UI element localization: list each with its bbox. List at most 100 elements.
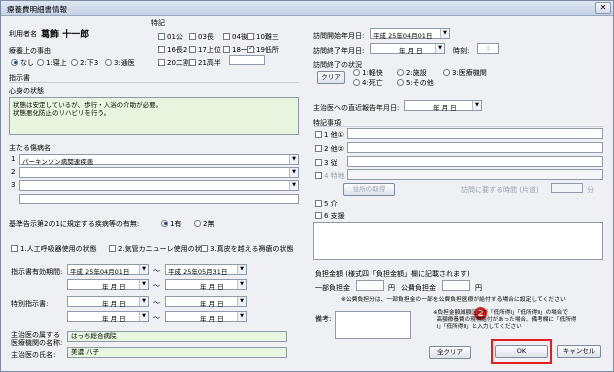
kantai-option[interactable]: なし xyxy=(11,58,34,68)
tokki-item[interactable]: 10難三 xyxy=(247,32,279,42)
tokkijiko-2-input[interactable] xyxy=(347,142,603,153)
homon-end-label: 訪問終了年月日: xyxy=(313,47,365,55)
byomei-extra-input[interactable] xyxy=(19,194,299,204)
tokubetsu-to2-select[interactable]: 年 月 日 ▼ xyxy=(165,311,247,323)
tokubetsu-to-select[interactable]: 年 月 日 ▼ xyxy=(165,296,247,308)
shijikikan-to2-select[interactable]: 年 月 日 ▼ xyxy=(165,279,247,291)
tokki-checkbox[interactable] xyxy=(158,58,165,66)
yen-1: 円 xyxy=(388,284,395,292)
ok-button[interactable]: OK xyxy=(495,345,548,358)
shinshin-label: 心身の状態 xyxy=(9,87,44,95)
tokki-item-label: 19低所 xyxy=(256,46,279,54)
tokkijiko-3[interactable]: 3 従 xyxy=(315,158,338,168)
shinshin-textarea[interactable]: 状態は安定しているが、歩行・入浴の介助が必要。 状態悪化防止のリハビリを行う。 xyxy=(9,97,299,135)
kijun-radio-2[interactable] xyxy=(194,219,201,227)
homon-time-input[interactable]: : xyxy=(477,43,499,54)
ichibu-label: 一部負担金 xyxy=(315,284,350,292)
tokubetsu-from2-select[interactable]: 年 月 日 ▼ xyxy=(67,311,149,323)
tokki-checkbox[interactable] xyxy=(189,45,196,53)
tokubetsu-label: 特別指示書: xyxy=(11,300,49,308)
tokki-checkbox[interactable] xyxy=(247,32,254,40)
shimin-button[interactable]: 住所の取得 xyxy=(343,183,395,196)
biko-note: ※負担金額減額区分が「低所得Ⅰ」「低所得Ⅱ」の場合で 高額療養費の現物給付があっ… xyxy=(433,310,577,330)
kantai-option[interactable]: 2:下3 xyxy=(71,58,98,68)
chevron-down-icon[interactable]: ▼ xyxy=(289,181,298,190)
tokki-checkbox[interactable] xyxy=(223,45,230,53)
iryokikan-input[interactable]: はっち総合病院 xyxy=(67,331,287,342)
tokkijiko-4[interactable]: 4 特地 xyxy=(315,171,345,181)
kiki-1[interactable]: 1.人工呼吸器使用の状態 xyxy=(11,244,97,254)
shuryo-option-1[interactable]: 1:軽快 xyxy=(353,68,383,78)
kohi-input[interactable] xyxy=(442,280,470,291)
shijikikan-to-select[interactable]: 平成 25年05月31日 ▼ xyxy=(165,264,247,276)
tokkijiko-1[interactable]: 1 他① xyxy=(315,130,344,140)
kijun-option-2[interactable]: 2無 xyxy=(194,219,214,229)
tokki-extra-input[interactable] xyxy=(229,55,265,65)
close-button[interactable]: ✕ xyxy=(595,2,611,14)
tokki-checkbox[interactable] xyxy=(247,44,254,53)
chevron-down-icon[interactable]: ▼ xyxy=(289,155,298,164)
kantai-option-label: 1:寝上 xyxy=(46,59,67,67)
shuryo-clear-button[interactable]: クリア xyxy=(317,71,345,84)
biko-textarea[interactable] xyxy=(335,311,411,339)
byomei-value: パーキンソン病関連疾患 xyxy=(22,158,94,166)
patient-name: 葛飾 十一郎 xyxy=(41,30,90,40)
shijikikan-from-select[interactable]: 平成 25年04月01日 ▼ xyxy=(67,264,149,276)
tokki-checkbox[interactable] xyxy=(189,32,196,40)
tokkijiko-4-input[interactable] xyxy=(347,169,603,180)
kantai-option[interactable]: 1:寝上 xyxy=(37,58,67,68)
tokki-item[interactable]: 01公 xyxy=(158,32,183,42)
tokki-checkbox[interactable] xyxy=(223,32,230,40)
byomei-select[interactable]: ▼ xyxy=(19,167,299,178)
hokoku-select[interactable]: 年 月 日 ▼ xyxy=(404,100,482,112)
shuryo-option-3[interactable]: 3:医療機関 xyxy=(443,68,487,78)
shuryo-option-2[interactable]: 2:施設 xyxy=(397,68,427,78)
jikan-label: 訪問に要する時間 (片道) xyxy=(461,186,539,194)
shuryo-option-4[interactable]: 4:死亡 xyxy=(353,78,383,88)
tokki-item-label: 10難三 xyxy=(256,33,279,41)
homon-start-select[interactable]: 平成 25年04月01日 ▼ xyxy=(370,28,450,40)
tokkijiko-1-input[interactable] xyxy=(347,128,603,139)
homon-end-select[interactable]: 年 月 日 ▼ xyxy=(370,43,445,55)
shijikikan-from2-select[interactable]: 年 月 日 ▼ xyxy=(67,279,149,291)
kantai-radio[interactable] xyxy=(11,58,18,66)
byomei-select[interactable]: ▼ xyxy=(19,180,299,191)
tokkijiko-6[interactable]: 6 支援 xyxy=(315,211,345,221)
iryokikan-label-2: 医療機関の名称: xyxy=(11,339,63,347)
kantai-option-label: 2:下3 xyxy=(80,59,99,67)
tokki-item[interactable]: 16長2 xyxy=(158,45,187,55)
ishi-input[interactable]: 美濃 八子 xyxy=(67,347,287,358)
kijun-option-1[interactable]: 1有 xyxy=(161,219,181,229)
tokkijiko-2[interactable]: 2 他② xyxy=(315,144,344,154)
tokki-checkbox[interactable] xyxy=(158,32,165,40)
ichibu-input[interactable] xyxy=(356,280,384,291)
kantai-radio[interactable] xyxy=(37,58,44,66)
jikan-input[interactable] xyxy=(551,183,583,193)
chevron-down-icon[interactable]: ▼ xyxy=(289,168,298,177)
kiki-3[interactable]: 3.真皮を越える褥瘡の状態 xyxy=(201,244,293,254)
tokkijiko-5[interactable]: 5 介 xyxy=(315,199,338,209)
tokki-checkbox[interactable] xyxy=(189,58,196,66)
tokkijiko-3-input[interactable] xyxy=(347,156,603,167)
byomei-select[interactable]: パーキンソン病関連疾患 ▼ xyxy=(19,154,299,166)
shuryo-option-5[interactable]: 5:その他 xyxy=(397,78,434,88)
all-clear-button[interactable]: 全クリア xyxy=(429,346,471,359)
yen-2: 円 xyxy=(475,284,482,292)
tokki-item[interactable]: 20二割 xyxy=(158,58,190,68)
tokki-item[interactable]: 03長 xyxy=(189,32,214,42)
tokki-item-label: 20二割 xyxy=(167,59,190,67)
kijun-radio-1[interactable] xyxy=(161,219,168,227)
futan-label: 負担金額 (様式四「負担金額」欄に記載されます) xyxy=(315,270,470,278)
tokkijiko-textarea[interactable] xyxy=(313,222,603,260)
tokki-item[interactable]: 21高半 xyxy=(189,58,221,68)
cancel-button[interactable]: キャンセル xyxy=(557,345,601,358)
kantai-radio[interactable] xyxy=(71,58,78,66)
tokki-item[interactable]: 17上位 xyxy=(189,45,221,55)
kantai-option[interactable]: 3:通医 xyxy=(105,58,135,68)
tokki-item[interactable]: 19低所 xyxy=(247,44,279,55)
kantai-radio[interactable] xyxy=(105,58,112,66)
dialog-window: 療養費明細書情報 ✕ 利用者名 葛飾 十一郎 特記 01公 03長 04後障 10難三… xyxy=(0,0,614,372)
kiki-2[interactable]: 2.気管カニューレ使用の状態 xyxy=(109,244,209,254)
tokubetsu-from-select[interactable]: 年 月 日 ▼ xyxy=(67,296,149,308)
tokki-checkbox[interactable] xyxy=(158,45,165,53)
